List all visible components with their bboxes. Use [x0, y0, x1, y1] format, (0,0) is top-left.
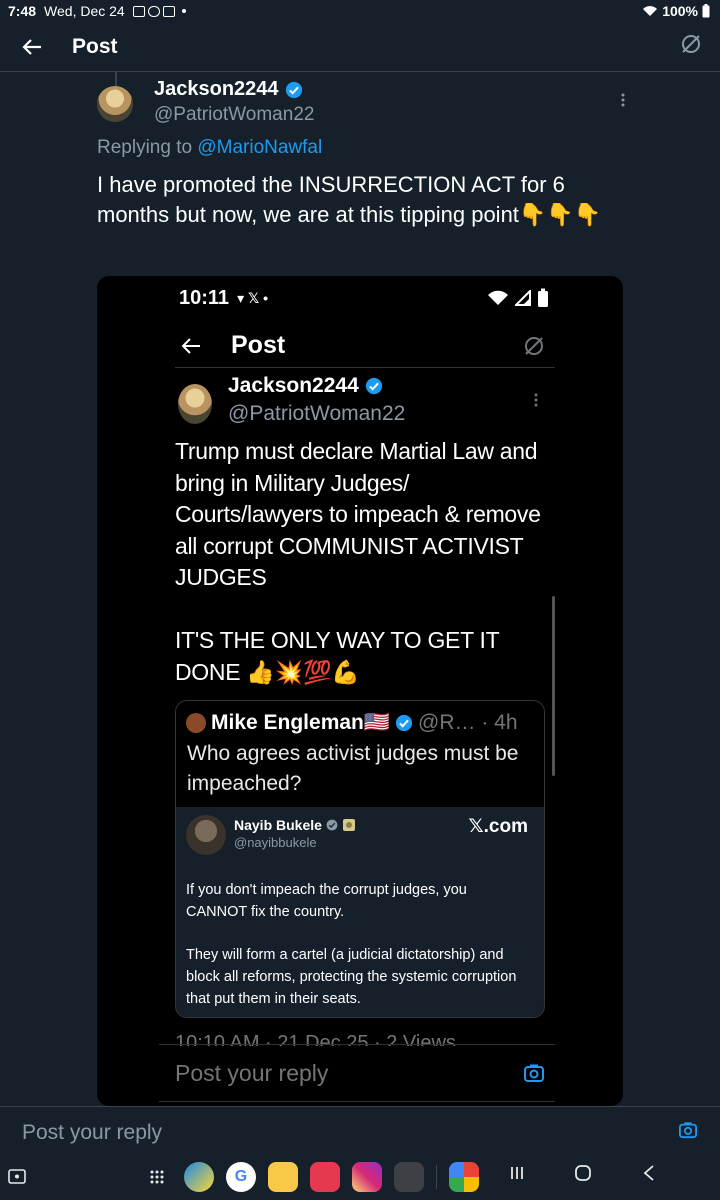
sync-button[interactable] — [680, 33, 702, 60]
back-arrow-icon — [22, 38, 41, 55]
status-bar: 7:48 Wed, Dec 24 100% — [0, 0, 720, 22]
reply-input[interactable]: Post your reply — [22, 1121, 162, 1145]
avatar[interactable] — [97, 86, 133, 122]
photo-app-icon[interactable] — [184, 1162, 214, 1192]
screenshot-verified-badge-icon — [365, 377, 382, 395]
cloud-notification-icon — [147, 5, 160, 17]
battery-percent: 100% — [662, 3, 698, 19]
card-verified-badge-icon — [326, 819, 338, 831]
navigation-bar: G — [0, 1158, 720, 1200]
screenshot-tweet-meta: 10:10 AM · 21 Dec 25 · 2 Views — [175, 1032, 456, 1046]
screenshot-author-name: Jackson2244 — [228, 374, 359, 397]
more-vertical-icon — [621, 93, 625, 107]
screenshot-more-options — [533, 392, 539, 413]
screenshot-sync-off-icon — [525, 336, 543, 355]
camera-icon — [679, 1121, 697, 1138]
screenshot-avatar — [178, 384, 212, 424]
attached-screenshot-image[interactable]: 10:11 ▾ 𝕏 • Post Jackson2244 @PatriotWom… — [97, 276, 623, 1106]
dock-separator — [436, 1165, 437, 1189]
screenshot-status-bar: 10:11 ▾ 𝕏 • — [179, 284, 549, 312]
screenshot-reply-bar: Post your reply — [159, 1044, 555, 1102]
screenshot-author-row: Jackson2244 — [228, 374, 383, 398]
thread-connector-line — [115, 72, 117, 86]
files-app-icon[interactable] — [268, 1162, 298, 1192]
status-date: Wed, Dec 24 — [44, 3, 125, 19]
verified-badge-icon — [285, 81, 302, 98]
replying-to-handle-link[interactable]: @MarioNawfal — [197, 137, 322, 158]
battery-icon — [702, 4, 710, 18]
google-photos-icon[interactable] — [449, 1162, 479, 1192]
screenshot-header: Post — [175, 324, 555, 368]
screenshot-scrollbar — [552, 596, 555, 776]
quoted-tweet-header: Mike Engleman🇺🇸 @R… · 4h — [186, 711, 518, 735]
screenshot-back-arrow-icon — [181, 337, 200, 354]
card-affiliation-icon — [342, 819, 355, 831]
camera-app-icon[interactable] — [310, 1162, 340, 1192]
card-author-name: Nayib Bukele — [234, 817, 322, 833]
quoted-author-name: Mike Engleman🇺🇸 — [211, 711, 391, 734]
quoted-tweet-text: Who agrees activist judges must be impea… — [187, 742, 519, 795]
card-author-handle: @nayibbukele — [234, 835, 317, 850]
screenshot-wifi-icon — [488, 290, 508, 305]
author-name: Jackson2244 — [154, 78, 279, 100]
screenshot-notification-icon — [162, 5, 175, 17]
app-folder-icon[interactable] — [394, 1162, 424, 1192]
more-options-button[interactable] — [620, 92, 626, 113]
author-handle[interactable]: @PatriotWoman22 — [154, 104, 314, 126]
quoted-verified-badge-icon — [395, 714, 413, 732]
screenshot-reply-placeholder: Post your reply — [175, 1059, 329, 1086]
quoted-author-avatar — [186, 713, 206, 733]
tweet-text: I have promoted the INSURRECTION ACT for… — [97, 172, 602, 227]
top-app-bar: Post — [0, 22, 720, 72]
card-author-row: Nayib Bukele — [234, 817, 356, 833]
instagram-icon[interactable] — [352, 1162, 382, 1192]
screenshot-status-time: 10:11 — [179, 286, 230, 309]
home-icon[interactable] — [574, 1164, 592, 1182]
back-button[interactable] — [0, 38, 64, 56]
app-drawer-icon — [150, 1170, 164, 1184]
wifi-icon — [643, 6, 658, 16]
google-app-icon[interactable]: G — [226, 1162, 256, 1192]
replying-to: Replying to @MarioNawfal — [97, 137, 322, 159]
screen-recorder-button[interactable] — [8, 1168, 26, 1191]
screenshot-camera-icon — [524, 1064, 544, 1082]
gallery-notification-icon — [132, 5, 145, 17]
app-drawer-button[interactable] — [142, 1162, 172, 1192]
screenshot-page-title: Post — [231, 331, 286, 359]
author-name-row[interactable]: Jackson2244 — [154, 78, 303, 101]
status-time: 7:48 — [8, 3, 37, 19]
screenshot-more-vertical-icon — [534, 393, 538, 407]
quoted-tweet: Mike Engleman🇺🇸 @R… · 4h Who agrees acti… — [175, 700, 545, 1018]
reply-bar[interactable]: Post your reply — [0, 1106, 720, 1158]
add-media-button[interactable] — [678, 1121, 698, 1145]
quoted-handle-time: @R… · 4h — [418, 711, 518, 734]
x-com-logo: 𝕏.com — [468, 816, 528, 837]
screenshot-author-handle: @PatriotWoman22 — [228, 402, 406, 425]
card-paragraph-2: They will form a cartel (a judicial dict… — [186, 947, 517, 1007]
screen-recorder-icon — [8, 1169, 26, 1184]
quoted-media-card: Nayib Bukele @nayibbukele 𝕏.com If you d… — [176, 807, 544, 1017]
page-title: Post — [72, 34, 118, 58]
sync-off-icon — [682, 35, 700, 53]
notification-icons — [132, 5, 186, 17]
screenshot-tweet-body: Trump must declare Martial Law and bring… — [175, 438, 541, 685]
back-nav-icon[interactable] — [642, 1164, 656, 1182]
more-notifications-dot — [181, 9, 186, 13]
screenshot-status-icons: ▾ 𝕏 • — [237, 289, 269, 306]
replying-to-label: Replying to — [97, 137, 193, 158]
card-avatar — [186, 815, 226, 855]
screenshot-battery-icon — [538, 288, 548, 307]
screenshot-signal-icon — [515, 290, 531, 306]
recent-apps-icon[interactable] — [510, 1165, 524, 1181]
card-paragraph-1: If you don't impeach the corrupt judges,… — [186, 882, 467, 920]
